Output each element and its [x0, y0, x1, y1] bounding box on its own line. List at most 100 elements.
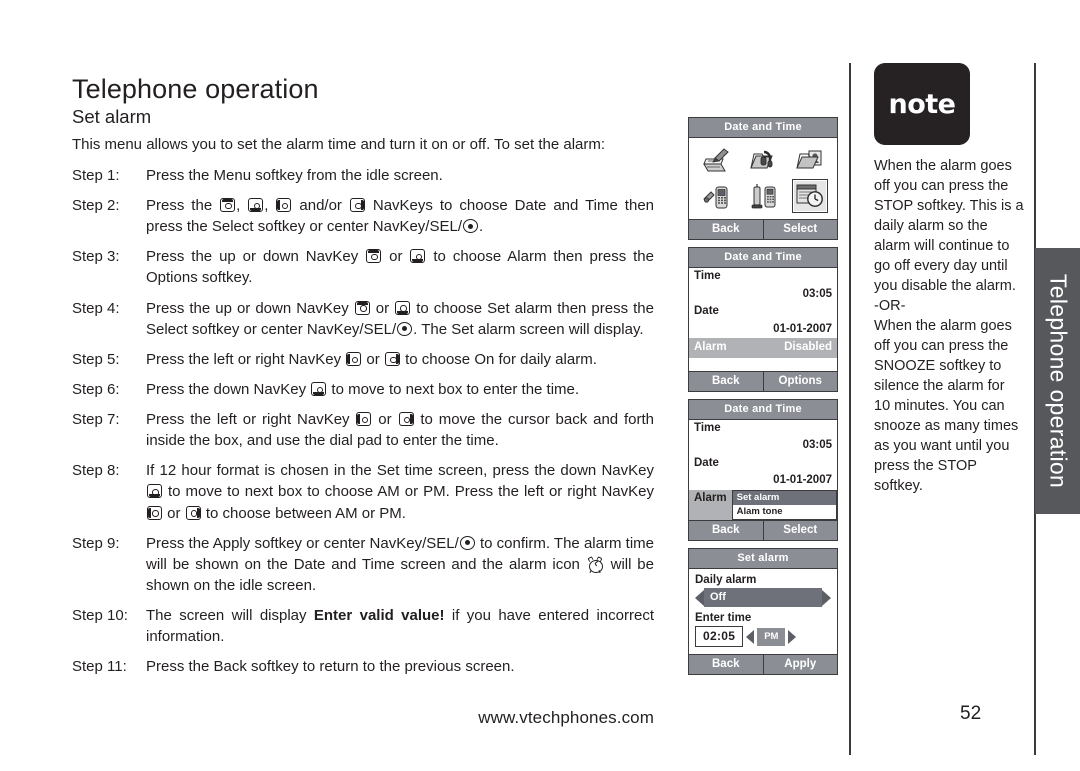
right-arrow-icon[interactable] [788, 629, 797, 644]
softkey-back[interactable]: Back [689, 655, 763, 674]
softkey-back[interactable]: Back [689, 220, 763, 239]
list-row-time-value: 03:05 [689, 286, 837, 304]
daily-alarm-label: Daily alarm [695, 574, 757, 587]
navkey-right-icon [185, 505, 201, 520]
enter-time-row[interactable]: 02:05 PM [695, 626, 831, 648]
note-badge-label: note [888, 88, 957, 120]
softkey-select[interactable]: Select [762, 220, 838, 239]
softkey-back[interactable]: Back [689, 372, 763, 391]
softkey-options[interactable]: Options [762, 371, 838, 391]
menu-item-set-alarm[interactable]: Set alarm [732, 490, 836, 505]
list-row-alarm[interactable]: Alarm Disabled [689, 338, 837, 358]
step-item: Step 2: Press the , , and/or NavKeys to c… [72, 195, 654, 237]
step-text: Press the Back softkey to return to the … [146, 658, 515, 676]
row-label: Date [694, 456, 719, 469]
step-label: Step 9: [72, 534, 120, 552]
step-text: Press the left or right NavKey or to mov… [146, 411, 655, 450]
left-arrow-icon[interactable] [746, 629, 755, 644]
ampm-value[interactable]: PM [757, 627, 786, 646]
footer-url[interactable]: www.vtechphones.com [72, 708, 654, 728]
screen-title: Date and Time [689, 248, 837, 268]
screen-softkeys: Back Apply [689, 654, 838, 675]
navkey-left-icon [346, 351, 362, 366]
row-value: 01-01-2007 [773, 322, 832, 335]
step-item: Step 1: Press the Menu softkey from the i… [72, 165, 654, 186]
navkey-left-icon [356, 412, 372, 427]
phone-screen-date-time-list: Date and Time Time 03:05 Date 01-01-2007… [688, 247, 838, 392]
list-row-date-value: 01-01-2007 [689, 472, 837, 490]
daily-alarm-value[interactable]: Off [704, 588, 822, 608]
step-text: Press the up or down NavKey or to choose… [146, 248, 654, 287]
steps-list: Step 1: Press the Menu softkey from the i… [72, 165, 654, 678]
daily-alarm-picker[interactable]: Off [695, 588, 831, 608]
step-item: Step 3: Press the up or down NavKey or to… [72, 246, 654, 288]
step-text: Press the down NavKey to move to next bo… [146, 380, 580, 398]
screen-softkeys: Back Options [689, 370, 838, 391]
step-label: Step 1: [72, 166, 120, 184]
note-paragraph: When the alarm goes off you can press th… [874, 318, 1019, 494]
right-arrow-icon[interactable] [822, 589, 831, 606]
base-handset-icon[interactable] [746, 180, 780, 212]
softkey-apply[interactable]: Apply [762, 655, 838, 675]
row-label: Alarm [689, 489, 732, 521]
step-label: Step 10: [72, 607, 128, 625]
alarm-submenu-row: Alarm Set alarm Alam tone [689, 489, 837, 521]
note-text: When the alarm goes off you can press th… [874, 156, 1024, 496]
navkey-up-icon [366, 249, 382, 264]
alarm-clock-icon [587, 556, 603, 574]
list-row-date-label[interactable]: Date [689, 303, 837, 321]
step-label: Step 2: [72, 196, 120, 214]
step-item: Step 9: Press the Apply softkey or center… [72, 533, 654, 596]
screen-body: Daily alarm Off Enter time 02:05 PM [689, 569, 837, 655]
list-row-time-label[interactable]: Time [689, 268, 837, 286]
step-text: Press the up or down NavKey or to choose… [146, 299, 654, 338]
emphasis-text: Enter valid value! [313, 607, 445, 625]
step-label: Step 3: [72, 248, 120, 266]
screen-softkeys: Back Select [689, 219, 837, 239]
row-label: Time [694, 421, 721, 434]
step-label: Step 4: [72, 299, 120, 317]
screen-body [689, 138, 837, 219]
navkey-sel-icon [462, 219, 478, 234]
step-text: If 12 hour format is chosen in the Set t… [146, 462, 654, 522]
alarm-submenu-popup: Set alarm Alam tone [731, 489, 837, 521]
softkey-select[interactable]: Select [762, 521, 838, 541]
step-item: Step 5: Press the left or right NavKey or… [72, 349, 654, 370]
row-value: 01-01-2007 [773, 474, 832, 487]
step-item: Step 7: Press the left or right NavKey or… [72, 409, 654, 451]
page-title: Telephone operation [72, 74, 319, 104]
list-row-time-value: 03:05 [689, 437, 837, 455]
navkey-sel-icon [397, 321, 413, 336]
date-time-clock-icon[interactable] [792, 179, 829, 213]
step-item: Step 8: If 12 hour format is chosen in th… [72, 460, 654, 523]
list-row-date-label[interactable]: Date [689, 455, 837, 473]
enter-time-label: Enter time [695, 612, 752, 625]
step-text: Press the Menu softkey from the idle scr… [146, 166, 443, 184]
enter-time-input[interactable]: 02:05 [695, 626, 744, 648]
screen-title: Set alarm [689, 549, 837, 570]
navkey-sel-icon [459, 535, 475, 550]
phone-screen-set-alarm: Set alarm Daily alarm Off Enter time 02:… [688, 548, 838, 676]
navkey-left-icon [147, 505, 162, 520]
main-content: Telephone operation Set alarm This menu … [72, 74, 654, 687]
phone-screen-menu-grid: Date and Time Back Select [688, 117, 838, 240]
column-divider-left [849, 63, 851, 755]
softkey-back[interactable]: Back [689, 521, 763, 540]
handset-settings-icon[interactable] [699, 180, 733, 212]
step-label: Step 11: [72, 658, 127, 676]
step-text: Press the , , and/or NavKeys to choose D… [146, 196, 655, 236]
step-label: Step 7: [72, 411, 120, 429]
step-item: Step 4: Press the up or down NavKey or to… [72, 298, 654, 340]
row-value: Disabled [784, 341, 832, 354]
folder-headset-icon[interactable] [746, 144, 780, 176]
navkey-down-icon [395, 300, 411, 315]
navkey-down-icon [248, 197, 264, 212]
list-row-date-value: 01-01-2007 [689, 321, 837, 339]
left-arrow-icon[interactable] [695, 589, 704, 606]
menu-item-alarm-tone[interactable]: Alam tone [733, 505, 836, 519]
list-row-time-label[interactable]: Time [689, 420, 837, 438]
message-pen-icon[interactable] [699, 144, 733, 176]
navkey-right-icon [384, 351, 400, 366]
screen-body: Time 03:05 Date 01-01-2007 Alarm Disable… [689, 268, 837, 371]
folder-contacts-icon[interactable] [793, 144, 827, 176]
